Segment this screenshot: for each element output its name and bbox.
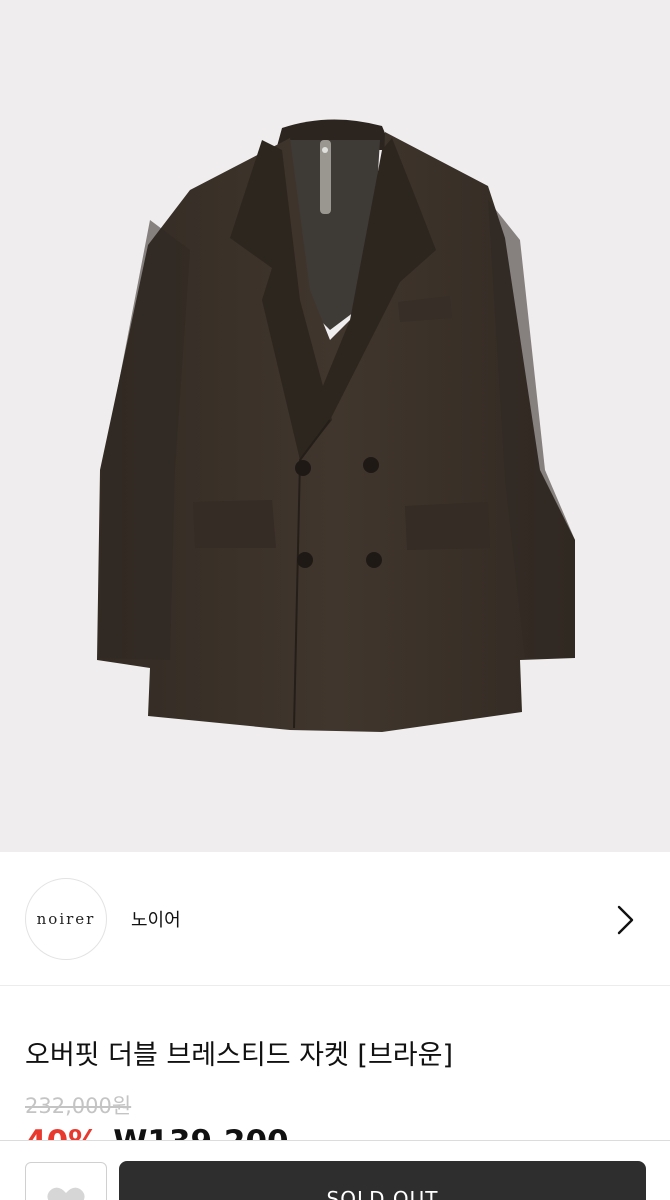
brand-row[interactable]: noirer 노이어: [0, 852, 670, 986]
wish-button[interactable]: [25, 1162, 107, 1200]
product-title: 오버핏 더블 브레스티드 자켓 [브라운]: [25, 1040, 453, 1071]
brand-name[interactable]: 노이어: [131, 906, 181, 932]
jacket-illustration: [97, 119, 575, 732]
brand-logo[interactable]: noirer: [25, 878, 107, 960]
product-image[interactable]: [0, 0, 670, 852]
bottom-action-bar: SOLD OUT: [0, 1140, 670, 1200]
original-price: 232,000원: [25, 1094, 132, 1118]
chevron-right-icon[interactable]: [612, 904, 640, 936]
soldout-button[interactable]: SOLD OUT: [119, 1161, 646, 1200]
heart-icon: [47, 1187, 85, 1200]
brand-logo-text: noirer: [36, 910, 96, 928]
